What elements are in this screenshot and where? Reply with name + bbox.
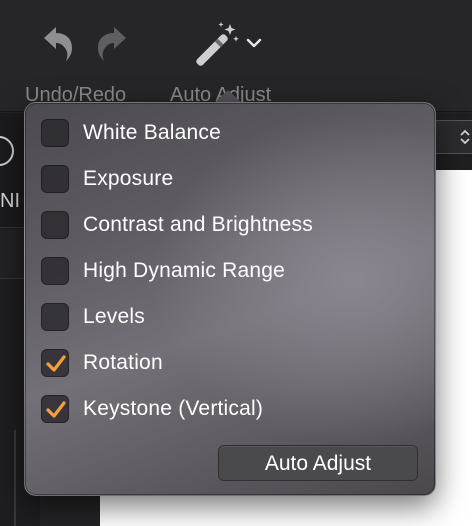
checkbox[interactable] [41, 119, 69, 147]
option-label: Exposure [83, 167, 174, 190]
option-label: High Dynamic Range [83, 259, 286, 282]
option-levels[interactable]: Levels [41, 301, 401, 333]
checkmark-icon [46, 355, 66, 372]
checkbox[interactable] [41, 303, 69, 331]
option-high-dynamic-range[interactable]: High Dynamic Range [41, 255, 401, 287]
option-rotation[interactable]: Rotation [41, 347, 401, 379]
checkbox[interactable] [41, 165, 69, 193]
left-sidebar-fragment-text: NI [0, 190, 20, 212]
redo-icon[interactable] [92, 22, 132, 64]
stepper-arrows-icon[interactable] [458, 128, 472, 146]
magic-wand-icon[interactable] [190, 20, 240, 70]
checkbox[interactable] [41, 257, 69, 285]
auto-adjust-button[interactable]: Auto Adjust [218, 445, 418, 481]
option-keystone-vertical[interactable]: Keystone (Vertical) [41, 393, 401, 425]
option-exposure[interactable]: Exposure [41, 163, 401, 195]
option-label: Contrast and Brightness [83, 213, 313, 236]
divider [14, 430, 16, 526]
option-label: Rotation [83, 351, 163, 374]
option-label: White Balance [83, 121, 222, 144]
app-window: Undo/Redo Auto Adjust NI White Balance E… [0, 0, 472, 526]
auto-adjust-popover: White Balance Exposure Contrast and Brig… [24, 102, 436, 496]
option-white-balance[interactable]: White Balance [41, 117, 401, 149]
checkbox-checked[interactable] [41, 349, 69, 377]
option-contrast-brightness[interactable]: Contrast and Brightness [41, 209, 401, 241]
checkbox-checked[interactable] [41, 395, 69, 423]
option-label: Levels [83, 305, 145, 328]
undo-icon[interactable] [38, 22, 78, 64]
chevron-down-icon[interactable] [244, 36, 264, 50]
checkmark-icon [46, 401, 66, 418]
checkbox[interactable] [41, 211, 69, 239]
option-label: Keystone (Vertical) [83, 397, 264, 420]
